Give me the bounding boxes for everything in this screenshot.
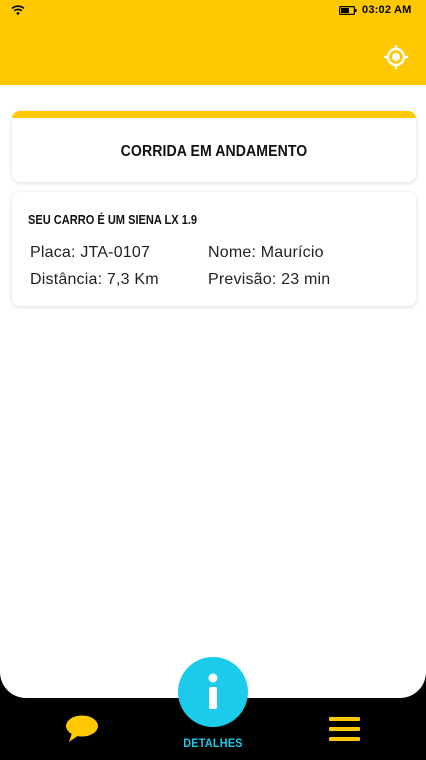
details-button[interactable] <box>178 657 248 727</box>
hamburger-menu-icon[interactable] <box>329 716 360 742</box>
eta-info: Previsão: 23 min <box>208 271 331 288</box>
ride-details-card: SEU CARRO É UM SIENA LX 1.9 Placa: JTA-0… <box>12 192 416 306</box>
card-accent-bar <box>12 111 416 118</box>
wifi-icon <box>11 5 25 15</box>
battery-icon <box>339 6 357 15</box>
plate-info: Placa: JTA-0107 <box>30 244 151 261</box>
driver-name-info: Nome: Maurício <box>208 244 324 261</box>
status-time: 03:02 AM <box>362 4 412 16</box>
main-content: CORRIDA EM ANDAMENTO SEU CARRO É UM SIEN… <box>0 85 426 698</box>
info-icon <box>208 673 218 709</box>
chat-bubble-icon[interactable] <box>64 714 100 744</box>
ride-status-title: CORRIDA EM ANDAMENTO <box>120 143 308 160</box>
top-header: 03:02 AM <box>0 0 426 85</box>
ride-status-card: CORRIDA EM ANDAMENTO <box>12 111 416 182</box>
crosshair-locate-icon[interactable] <box>383 44 409 70</box>
details-label[interactable]: DETALHES <box>168 736 258 750</box>
app-screen: 03:02 AM CORRIDA EM ANDAMENTO SEU CARRO … <box>0 0 426 760</box>
car-title: SEU CARRO É UM SIENA LX 1.9 <box>28 212 198 227</box>
distance-info: Distância: 7,3 Km <box>30 271 159 288</box>
status-bar: 03:02 AM <box>0 0 426 22</box>
